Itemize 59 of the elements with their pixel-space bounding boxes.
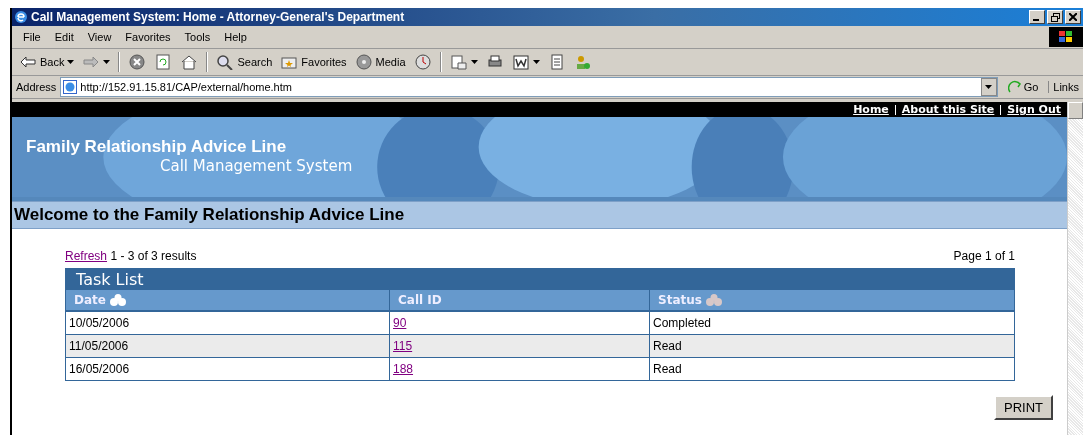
browser-icon xyxy=(14,10,28,24)
table-title: Task List xyxy=(66,269,1014,290)
go-button[interactable]: Go xyxy=(1001,80,1045,94)
table-cell: 11/05/2006 xyxy=(66,334,389,357)
print-button[interactable]: PRINT xyxy=(994,395,1053,420)
menu-item[interactable]: Tools xyxy=(177,29,218,45)
back-button[interactable]: Back xyxy=(16,52,78,72)
restore-button[interactable] xyxy=(1047,10,1063,24)
nav-link[interactable]: About this Site xyxy=(901,103,995,116)
banner-title: Family Relationship Advice Line xyxy=(26,137,287,157)
window-title: Call Management System: Home - Attorney-General's Department xyxy=(31,10,405,24)
search-icon xyxy=(216,54,235,70)
call-id-link[interactable]: 115 xyxy=(393,339,413,353)
printer-icon xyxy=(485,54,504,70)
stop-icon xyxy=(128,54,147,70)
menu-item[interactable]: File xyxy=(16,29,48,45)
table-cell: Read xyxy=(649,334,1014,357)
address-field[interactable]: http://152.91.15.81/CAP/external/home.htm xyxy=(60,77,998,97)
media-button[interactable]: Media xyxy=(351,52,409,72)
document-icon xyxy=(511,54,530,70)
star-folder-icon xyxy=(280,54,299,70)
table-cell: 16/05/2006 xyxy=(66,357,389,380)
address-label: Address xyxy=(16,81,57,93)
menu-item[interactable]: Edit xyxy=(47,29,81,45)
left-arrow-icon xyxy=(19,54,37,70)
minimize-button[interactable] xyxy=(1029,10,1045,24)
menu-item[interactable]: View xyxy=(80,29,119,45)
right-arrow-icon xyxy=(82,54,101,70)
page-heading: Welcome to the Family Relationship Advice Line xyxy=(12,201,1067,229)
refresh-link[interactable]: Refresh xyxy=(65,249,108,263)
close-button[interactable] xyxy=(1065,10,1081,24)
caret-icon xyxy=(985,85,993,89)
nav-link[interactable]: Sign Out xyxy=(1007,103,1061,116)
disc-icon xyxy=(354,54,373,70)
page-indicator: Page 1 of 1 xyxy=(953,249,1015,263)
caret-icon xyxy=(67,60,75,64)
table-cell: Read xyxy=(649,357,1014,380)
close-icon xyxy=(1069,13,1077,21)
home-icon xyxy=(180,54,199,70)
banner-subtitle: Call Management System xyxy=(160,157,353,175)
call-id-link[interactable]: 188 xyxy=(393,362,414,376)
call-id-link[interactable]: 90 xyxy=(393,316,407,330)
links-button[interactable]: Links xyxy=(1048,81,1083,93)
nav-link[interactable]: Home xyxy=(853,103,889,116)
restore-icon xyxy=(1050,12,1060,22)
caret-icon xyxy=(532,60,540,64)
refresh-icon xyxy=(154,54,173,70)
favorites-button[interactable]: Favorites xyxy=(277,52,350,72)
search-button[interactable]: Search xyxy=(213,52,276,72)
caret-icon xyxy=(103,60,111,64)
results-summary: Refresh 1 - 3 of 3 results xyxy=(65,249,197,263)
sort-icon[interactable] xyxy=(109,294,126,306)
menu-item[interactable]: Help xyxy=(217,29,254,45)
dropdown-button[interactable] xyxy=(980,78,997,96)
scrollbar[interactable] xyxy=(1067,102,1083,435)
clock-icon xyxy=(413,54,432,70)
caret-icon xyxy=(470,60,478,64)
menu-item[interactable]: Favorites xyxy=(118,29,178,45)
curved-arrow-icon xyxy=(1007,80,1022,94)
